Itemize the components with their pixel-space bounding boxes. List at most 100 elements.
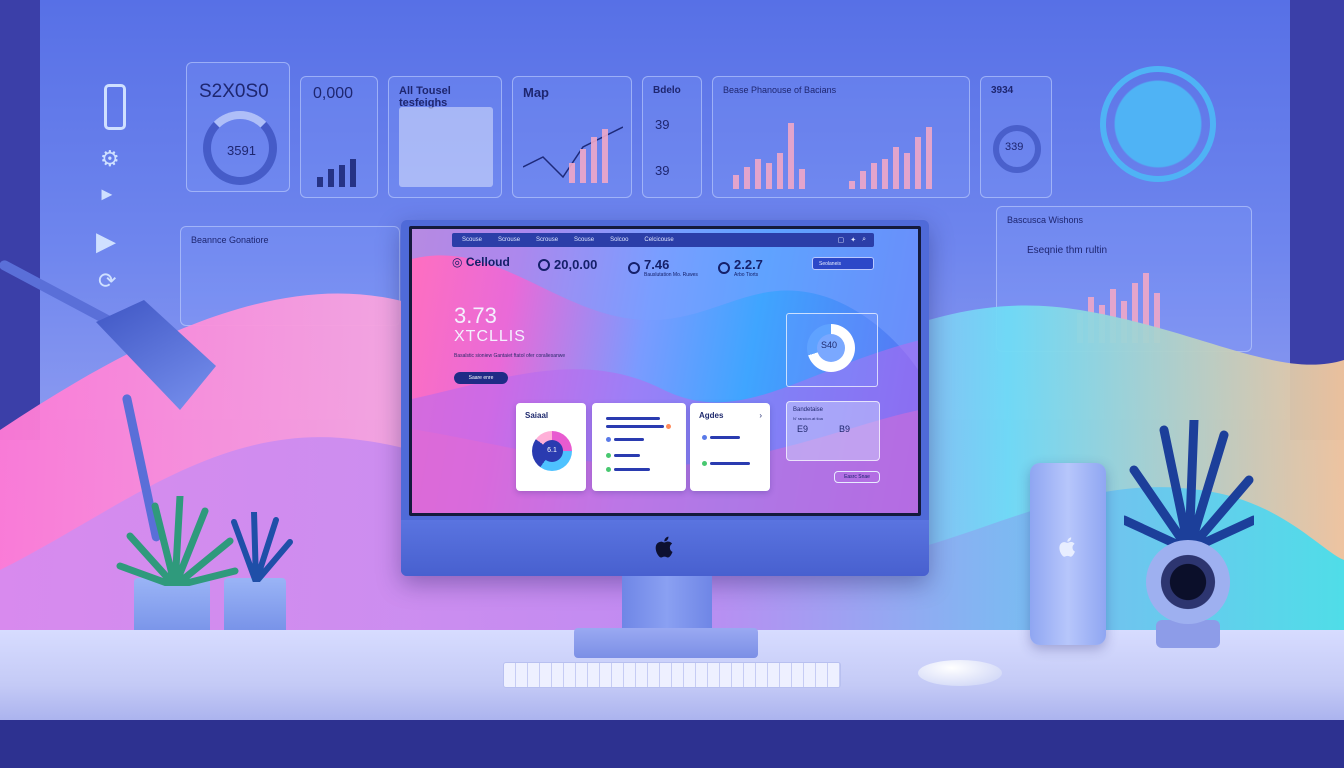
desk-edge (0, 720, 1344, 768)
list-dot (702, 435, 707, 440)
list-bar-3 (614, 438, 644, 441)
agdes-bar-1 (710, 436, 740, 439)
wall-panel-4: Map (512, 76, 632, 198)
list-bar-2 (606, 425, 664, 428)
nav-item[interactable]: Scrouse (536, 237, 558, 243)
chevron-right-icon[interactable]: › (759, 411, 762, 420)
donut-card: S40 (786, 313, 878, 387)
apple-logo-icon (655, 536, 673, 558)
mouse[interactable] (918, 660, 1002, 686)
plant-leaves-left (116, 496, 239, 586)
card-saiaal-donut: 6.1 (532, 431, 572, 471)
wall-panel-8-subtitle: Eseqnie thm rultin (1027, 245, 1108, 256)
glass-card-value-2: B9 (839, 424, 851, 434)
stat-3-value: 2.2.7 (734, 257, 763, 272)
wall-panel-1: S2X0S0 3591 (186, 62, 290, 192)
stat-1-value: 20,0.00 (554, 257, 598, 272)
nav-item[interactable]: Scouse (462, 237, 482, 243)
wall-panel-2-value: 0,000 (313, 85, 354, 102)
keyboard[interactable] (503, 662, 841, 688)
stat-3-caption: Arbo Tiorts (734, 272, 759, 278)
wall-panel-9-title: Beannce Gonatiore (191, 235, 269, 245)
camera-base (1156, 620, 1220, 648)
wall-panel-7-ring-value: 339 (1005, 141, 1024, 153)
card-saiaal-title: Saiaal (525, 411, 549, 420)
stat-3-icon (718, 261, 730, 274)
stat-2-icon (628, 261, 640, 274)
card-saiaal[interactable]: Saiaal 6.1 (516, 403, 586, 491)
wall-panel-5-value-b: 39 (655, 163, 670, 178)
brand-name: Celloud (465, 255, 510, 269)
hero-subtitle: XTCLLIS (454, 328, 526, 345)
monitor-foot (574, 628, 758, 658)
nav-item[interactable]: Scouse (574, 237, 594, 243)
search-icon[interactable]: ⌕ (862, 236, 866, 244)
wall-panel-6-bars-left (733, 117, 805, 189)
stat-1-icon (538, 258, 550, 271)
monitor-screen: Scouse Scrouse Scrouse Scouse Solcoo Cel… (409, 226, 921, 516)
list-dot (606, 467, 611, 472)
wall-panel-6-bars-right (849, 117, 932, 189)
wall-panel-3-screen (399, 107, 493, 187)
monitor: Scouse Scrouse Scrouse Scouse Solcoo Cel… (401, 220, 929, 576)
glass-card-sub: N' rancion.at tioa (793, 416, 823, 421)
wall-panel-5-label: Bdelo (653, 85, 681, 96)
card-list[interactable] (592, 403, 686, 491)
wall-panel-6-title: Bease Phanouse of Bacians (723, 85, 837, 95)
monitor-stand (622, 576, 712, 634)
hero-text: Basalstic sioniew Gantaiet ftatol ofer c… (454, 353, 566, 359)
wall-panel-7: 3934 339 (980, 76, 1052, 198)
screen-search-input[interactable]: Seolaneis (812, 257, 874, 270)
wall-panel-4-bars (569, 127, 608, 183)
list-dot (606, 453, 611, 458)
nav-item[interactable]: Celcicouse (644, 237, 673, 243)
wall-panel-5-value-a: 39 (655, 117, 670, 132)
wall-panel-1-value: S2X0S0 (199, 81, 269, 102)
play-icon: ► (98, 184, 116, 204)
nav-item[interactable]: Solcoo (610, 237, 628, 243)
star-icon[interactable]: ✦ (850, 236, 856, 244)
wall-panel-2-bars (317, 147, 356, 187)
brand-logo[interactable]: ◎ Celloud (452, 255, 510, 269)
wall-panel-2: 0,000 (300, 76, 378, 198)
lock-icon[interactable]: ▢ (838, 236, 845, 244)
card-agdes[interactable]: Agdes › (690, 403, 770, 491)
list-bar-1 (606, 417, 660, 420)
list-bar-5 (614, 468, 650, 471)
wall-panel-6: Bease Phanouse of Bacians (712, 76, 970, 198)
hero-button[interactable]: Saare enre (454, 372, 508, 384)
stat-2-value: 7.46 (644, 257, 670, 272)
card-saiaal-donut-hole: 6.1 (541, 440, 563, 462)
stat-2-caption: Bauslutation Mo. Ruwes (644, 272, 698, 278)
stat-1: 20,0.00 (538, 257, 597, 272)
glass-card-value-1: E9 (797, 424, 809, 434)
play-icon: ▶ (96, 226, 116, 256)
wall-panel-8-title: Bascusca Wishons (1007, 215, 1084, 225)
card-agdes-title: Agdes (699, 411, 724, 420)
plant-leaves-far-right (1124, 420, 1254, 550)
screen-search-label: Seolaneis (819, 261, 841, 267)
glass-card-title: Bandetaise (793, 407, 824, 413)
webcam-device (1146, 540, 1230, 624)
hero-number: 3.73 (454, 303, 497, 328)
wall-panel-3: All Tousel tesfeighs (388, 76, 502, 198)
stat-2-texts: 7.46 Bauslutation Mo. Ruwes (644, 257, 698, 278)
screen-small-button[interactable]: Easrc Snae (834, 471, 880, 483)
glass-card: Bandetaise N' rancion.at tioa E9 B9 (786, 401, 880, 461)
nav-icons: ▢ ✦ ⌕ (838, 236, 866, 244)
plant-leaves-right (231, 512, 293, 582)
nav-item[interactable]: Scrouse (498, 237, 520, 243)
stat-3: 2.2.7 Arbo Tiorts (718, 257, 763, 278)
list-dot (606, 437, 611, 442)
wall-panel-4-title: Map (523, 85, 549, 100)
wall-panel-3-title: All Tousel tesfeighs (399, 85, 451, 109)
stat-2: 7.46 Bauslutation Mo. Ruwes (628, 257, 698, 278)
speaker-device (1030, 463, 1106, 645)
list-dot (666, 424, 671, 429)
wall-panel-1-ring-value: 3591 (227, 143, 256, 158)
apple-logo-icon (1059, 537, 1075, 557)
donut-value: S40 (821, 340, 838, 350)
stat-3-texts: 2.2.7 Arbo Tiorts (734, 257, 763, 278)
wall-panel-7-title: 3934 (991, 85, 1014, 96)
list-bar-4 (614, 454, 640, 457)
